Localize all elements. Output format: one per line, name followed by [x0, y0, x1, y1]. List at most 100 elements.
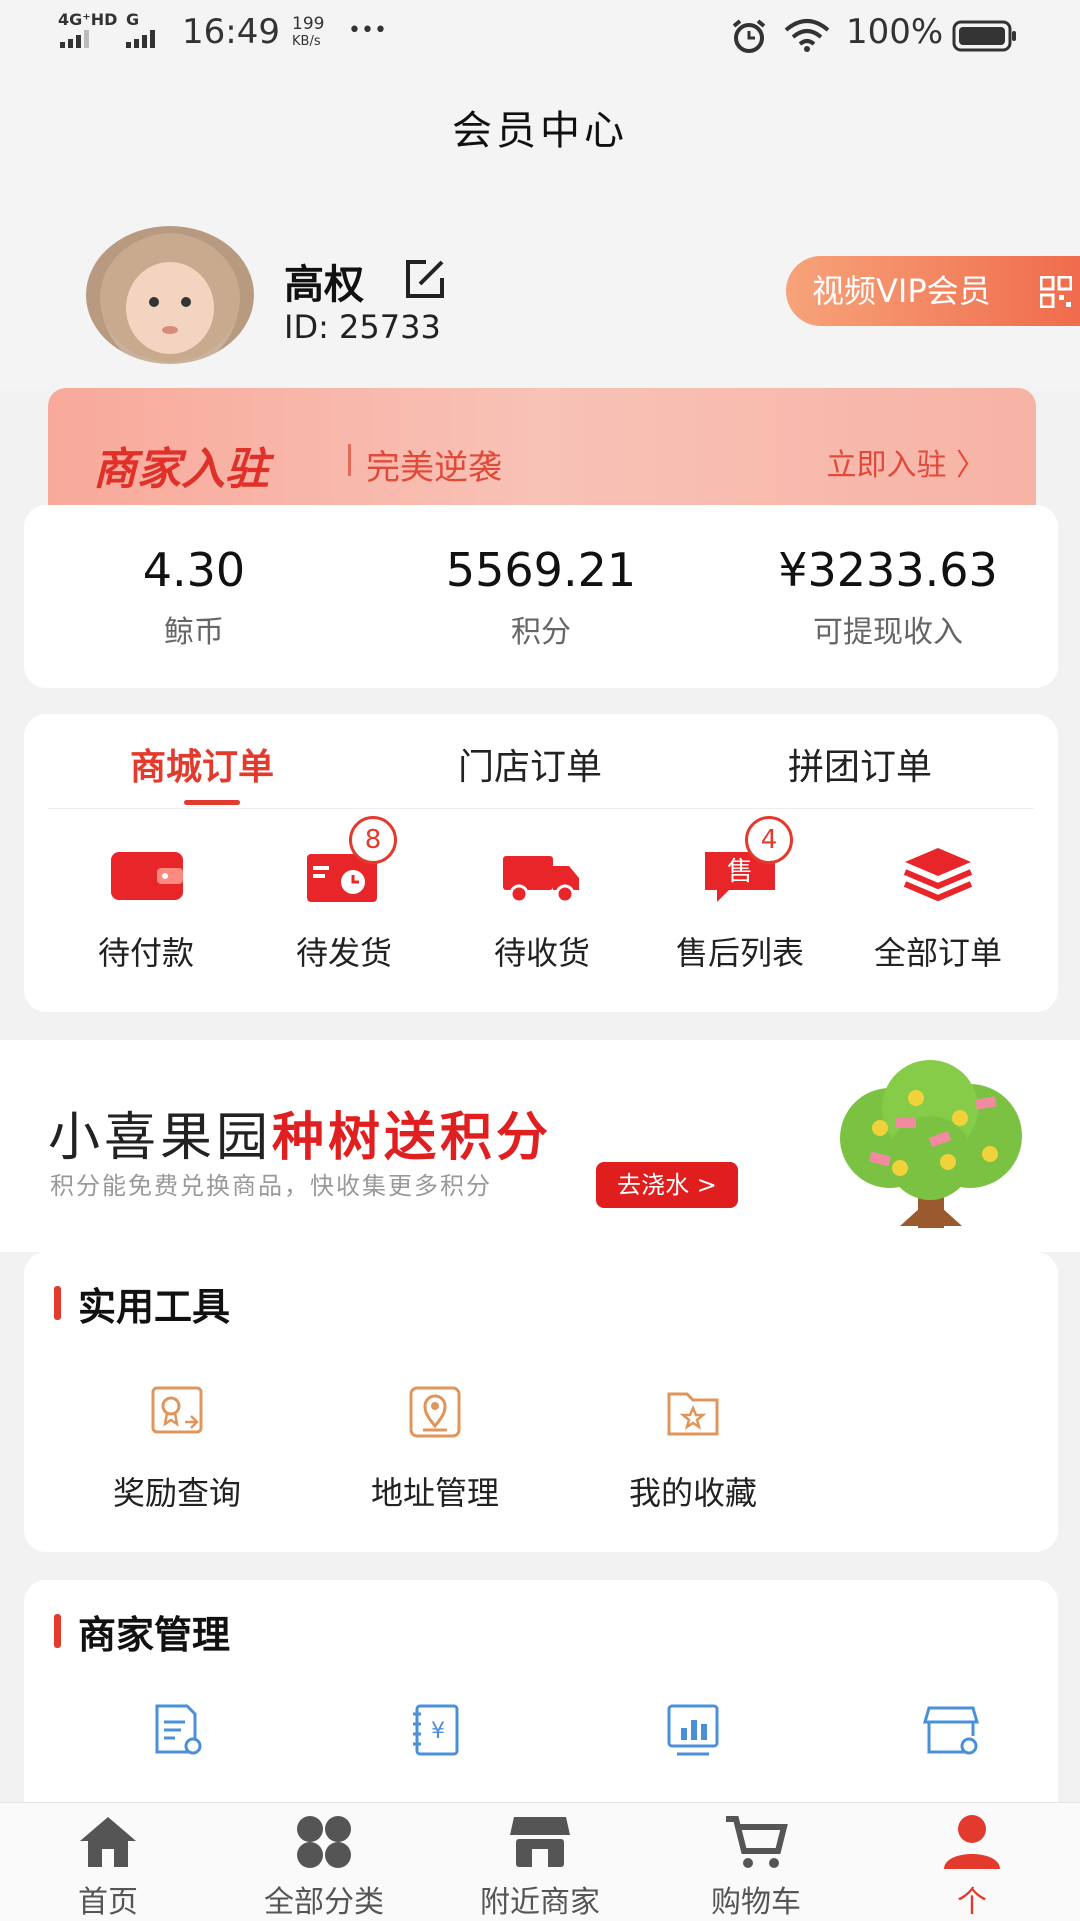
nav-nearby-merchants[interactable]: 附近商家: [450, 1813, 630, 1921]
merchant-tool-3[interactable]: [588, 1700, 798, 1760]
orchard-title: 小喜果园种树送积分: [48, 1095, 552, 1170]
user-name: 高权: [284, 262, 364, 308]
active-tab-indicator: [184, 800, 240, 805]
tab-mall-orders[interactable]: 商城订单: [130, 738, 274, 790]
orchard-title-main: 小喜果园: [48, 1108, 273, 1168]
order-all[interactable]: 全部订单: [838, 844, 1038, 974]
banner-action[interactable]: 立即入驻 〉: [826, 440, 986, 484]
order-pending-shipment[interactable]: 8 待发货: [244, 816, 444, 974]
user-id: ID: 25733: [284, 308, 441, 346]
nav-profile[interactable]: 个: [882, 1813, 1062, 1921]
person-icon: [944, 1815, 1000, 1869]
merchant-join-banner[interactable]: 商家入驻 完美逆袭 立即入驻 〉: [48, 388, 1036, 506]
stat-label: 积分: [511, 615, 571, 650]
tab-group-orders[interactable]: 拼团订单: [788, 738, 932, 790]
bar-chart-icon: [667, 1704, 719, 1756]
finance-ledger-icon: ¥: [413, 1704, 459, 1756]
orders-card: 商城订单 门店订单 拼团订单 待付款 8 待发货 待收货 售 4 售后列表 全部…: [24, 714, 1058, 1012]
more-icon: •••: [348, 18, 387, 43]
stat-label: 鲸币: [164, 615, 224, 650]
stats-card: 4.30 鲸币 5569.21 积分 ¥3233.63 可提现收入: [24, 505, 1058, 688]
tool-my-favorites[interactable]: 我的收藏: [588, 1382, 798, 1514]
tool-address-management[interactable]: 地址管理: [330, 1382, 540, 1514]
tab-store-orders[interactable]: 门店订单: [458, 738, 602, 790]
nav-label: 首页: [78, 1885, 138, 1920]
nav-label: 购物车: [711, 1885, 801, 1920]
bottom-nav: 首页 全部分类 附近商家 购物车 个: [0, 1802, 1080, 1921]
order-label: 售后列表: [675, 934, 804, 972]
alarm-icon: [732, 19, 766, 53]
stat-points[interactable]: 5569.21 积分: [371, 543, 711, 651]
location-pin-icon: [409, 1386, 461, 1438]
avatar[interactable]: [86, 226, 254, 364]
banner-divider: [348, 444, 351, 476]
money-tree-icon: [840, 1060, 1022, 1228]
nav-label: 个: [957, 1885, 987, 1920]
stat-value: 5569.21: [445, 543, 637, 597]
merchant-tool-1[interactable]: [72, 1700, 282, 1760]
tools-section: 实用工具 奖励查询 地址管理 我的收藏: [24, 1252, 1058, 1552]
tool-label: 地址管理: [370, 1474, 499, 1512]
banner-subtitle: 完美逆袭: [366, 448, 502, 488]
stat-value: 4.30: [142, 543, 246, 597]
water-tree-button[interactable]: 去浇水 >: [596, 1162, 738, 1208]
order-label: 待收货: [493, 934, 590, 972]
divider: [48, 808, 1034, 809]
qr-code-icon: [1040, 276, 1072, 308]
orchard-promo[interactable]: 小喜果园种树送积分 积分能免费兑换商品，快收集更多积分 去浇水 >: [0, 1040, 1080, 1252]
favorite-folder-icon: [667, 1392, 719, 1436]
truck-icon: [503, 856, 579, 904]
tool-reward-query[interactable]: 奖励查询: [72, 1382, 282, 1514]
svg-text:¥: ¥: [431, 1719, 445, 1744]
nav-label: 全部分类: [264, 1885, 384, 1920]
grid-icon: [297, 1816, 351, 1868]
clock: 16:49: [182, 12, 280, 52]
tool-label: 我的收藏: [628, 1474, 757, 1512]
edit-icon[interactable]: [402, 256, 450, 302]
battery-percent: 100%: [846, 12, 944, 52]
badge-count: 8: [349, 816, 397, 864]
tool-label: 奖励查询: [112, 1474, 241, 1512]
order-after-sale[interactable]: 售 4 售后列表: [640, 816, 840, 974]
vip-member-button[interactable]: 视频VIP会员: [786, 256, 1080, 326]
order-pending-receipt[interactable]: 待收货: [442, 844, 642, 974]
stat-coins[interactable]: 4.30 鲸币: [24, 543, 364, 651]
nav-all-categories[interactable]: 全部分类: [234, 1813, 414, 1921]
signal-icon-2: [126, 30, 155, 48]
nav-cart[interactable]: 购物车: [666, 1813, 846, 1921]
section-accent-bar: [54, 1286, 61, 1320]
avatar-image: [100, 234, 240, 362]
stat-label: 可提现收入: [813, 615, 963, 650]
stat-value: ¥3233.63: [778, 543, 998, 597]
network-type-2: G: [126, 10, 140, 29]
page-title: 会员中心: [452, 108, 628, 154]
wifi-icon: [784, 19, 830, 52]
order-label: 全部订单: [873, 934, 1002, 972]
stat-withdrawable-income[interactable]: ¥3233.63 可提现收入: [718, 543, 1058, 651]
network-type-1: 4G⁺HD: [58, 10, 118, 29]
order-label: 待付款: [97, 934, 194, 972]
home-icon: [80, 1817, 136, 1867]
order-label: 待发货: [295, 934, 392, 972]
section-title: 商家管理: [54, 1604, 230, 1659]
signal-icon: [60, 30, 89, 48]
wallet-icon: [111, 852, 183, 900]
svg-text:售: 售: [727, 857, 753, 887]
nav-home[interactable]: 首页: [18, 1813, 198, 1921]
nav-label: 附近商家: [480, 1885, 600, 1920]
order-pending-payment[interactable]: 待付款: [46, 844, 246, 974]
vip-label: 视频VIP会员: [812, 272, 991, 310]
section-title: 实用工具: [54, 1276, 230, 1331]
battery-icon: [952, 20, 1016, 52]
store-settings-icon: [923, 1706, 979, 1755]
speed-value: 199: [292, 14, 325, 34]
layers-icon: [903, 848, 973, 902]
merchant-tool-2[interactable]: ¥: [330, 1700, 540, 1760]
reward-certificate-icon: [151, 1386, 203, 1434]
section-title-text: 实用工具: [78, 1285, 231, 1329]
orchard-subtitle: 积分能免费兑换商品，快收集更多积分: [50, 1172, 492, 1200]
speed-unit: KB/s: [292, 34, 321, 49]
merchant-tool-4[interactable]: [846, 1700, 1056, 1760]
badge-count: 4: [745, 816, 793, 864]
shop-icon: [510, 1817, 570, 1867]
